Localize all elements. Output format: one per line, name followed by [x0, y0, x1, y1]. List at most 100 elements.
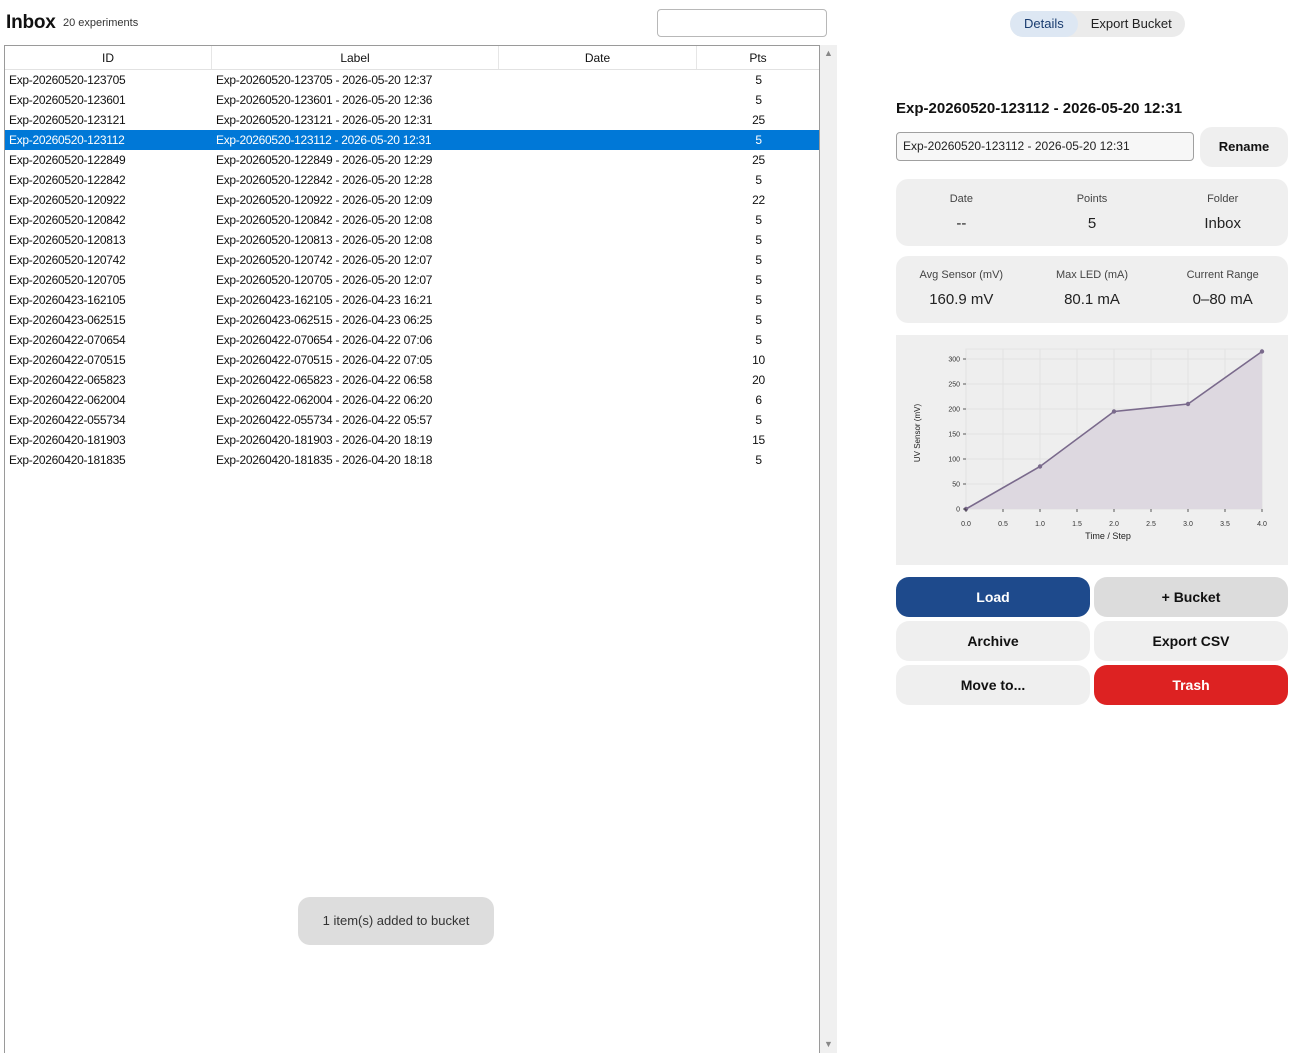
table-row[interactable]: Exp-20260422-055734 Exp-20260422-055734 -…: [5, 410, 819, 430]
cell-id: Exp-20260422-055734: [9, 413, 126, 427]
cell-pts: 5: [755, 333, 762, 347]
cell-date: [499, 370, 697, 390]
search-input[interactable]: [657, 9, 827, 37]
stat-avg-sensor: Avg Sensor (mV) 160.9 mV: [896, 256, 1027, 323]
cell-pts: 20: [752, 373, 765, 387]
stat-label: Date: [949, 193, 973, 205]
table-row[interactable]: Exp-20260420-181835 Exp-20260420-181835 -…: [5, 450, 819, 470]
table-row[interactable]: Exp-20260520-120842 Exp-20260520-120842 -…: [5, 210, 819, 230]
stat-label: Points: [1076, 193, 1108, 205]
table-row[interactable]: Exp-20260422-070654 Exp-20260422-070654 -…: [5, 330, 819, 350]
data-point: [1111, 409, 1117, 414]
cell-date: [499, 170, 697, 190]
archive-button[interactable]: Archive: [896, 621, 1090, 661]
table-row[interactable]: Exp-20260422-062004 Exp-20260422-062004 -…: [5, 390, 819, 410]
column-header-date[interactable]: Date: [499, 46, 697, 69]
experiment-count: 20 experiments: [63, 17, 139, 29]
cell-id: Exp-20260422-070654: [9, 333, 126, 347]
cell-pts: 5: [755, 173, 762, 187]
cell-id: Exp-20260422-070515: [9, 353, 126, 367]
cell-label: Exp-20260520-122842 - 2026-05-20 12:28: [216, 173, 433, 187]
stat-value: --: [956, 215, 967, 232]
cell-label: Exp-20260423-162105 - 2026-04-23 16:21: [216, 293, 433, 307]
cell-date: [499, 390, 697, 410]
table-row[interactable]: Exp-20260520-123121 Exp-20260520-123121 -…: [5, 110, 819, 130]
stat-label: Folder: [1207, 193, 1239, 205]
metrics-card: Avg Sensor (mV) 160.9 mV Max LED (mA) 80…: [896, 256, 1288, 323]
x-tick-label: 2.0: [1109, 521, 1119, 528]
column-header-pts[interactable]: Pts: [697, 46, 819, 69]
cell-pts: 5: [755, 233, 762, 247]
x-tick-label: 1.0: [1035, 521, 1045, 528]
load-button[interactable]: Load: [896, 577, 1090, 617]
cell-date: [499, 230, 697, 250]
column-header-label[interactable]: Label: [212, 46, 499, 69]
cell-label: Exp-20260520-123705 - 2026-05-20 12:37: [216, 73, 433, 87]
stat-date: Date --: [896, 179, 1027, 246]
move-to-button[interactable]: Move to...: [896, 665, 1090, 705]
stat-points: Points 5: [1027, 179, 1158, 246]
table-row[interactable]: Exp-20260520-120922 Exp-20260520-120922 -…: [5, 190, 819, 210]
table-row[interactable]: Exp-20260520-123705 Exp-20260520-123705 -…: [5, 70, 819, 90]
export-csv-button[interactable]: Export CSV: [1094, 621, 1288, 661]
rename-input[interactable]: Exp-20260520-123112 - 2026-05-20 12:31: [896, 132, 1194, 161]
stat-value: 5: [1087, 215, 1097, 232]
table-scrollbar[interactable]: ▲ ▼: [820, 45, 837, 1053]
cell-label: Exp-20260422-065823 - 2026-04-22 06:58: [216, 373, 433, 387]
table-header: ID Label Date Pts: [5, 46, 819, 70]
stat-label: Max LED (mA): [1055, 269, 1129, 281]
table-row[interactable]: Exp-20260423-162105 Exp-20260423-162105 -…: [5, 290, 819, 310]
cell-date: [499, 90, 697, 110]
column-header-id[interactable]: ID: [5, 46, 212, 69]
cell-date: [499, 450, 697, 470]
table-row[interactable]: Exp-20260520-123601 Exp-20260520-123601 -…: [5, 90, 819, 110]
cell-pts: 5: [755, 73, 762, 87]
scroll-up-icon[interactable]: ▲: [820, 45, 837, 62]
table-row[interactable]: Exp-20260420-181903 Exp-20260420-181903 -…: [5, 430, 819, 450]
cell-label: Exp-20260422-055734 - 2026-04-22 05:57: [216, 413, 433, 427]
cell-id: Exp-20260520-123705: [9, 73, 126, 87]
x-axis-label: Time / Step: [1085, 531, 1131, 541]
x-tick-label: 4.0: [1257, 521, 1267, 528]
table-row[interactable]: Exp-20260520-122849 Exp-20260520-122849 -…: [5, 150, 819, 170]
x-tick-label: 0.0: [961, 521, 971, 528]
view-tabs: Details Export Bucket: [1010, 11, 1185, 37]
cell-label: Exp-20260520-120705 - 2026-05-20 12:07: [216, 273, 433, 287]
tab-details[interactable]: Details: [1010, 11, 1078, 37]
cell-id: Exp-20260520-120922: [9, 193, 126, 207]
data-point: [1259, 349, 1265, 354]
cell-id: Exp-20260520-123112: [9, 133, 125, 147]
x-tick-label: 3.5: [1220, 521, 1230, 528]
y-tick-label: 300: [948, 357, 960, 364]
cell-id: Exp-20260420-181903: [9, 433, 126, 447]
x-tick-label: 1.5: [1072, 521, 1082, 528]
cell-id: Exp-20260520-122842: [9, 173, 126, 187]
cell-label: Exp-20260420-181903 - 2026-04-20 18:19: [216, 433, 433, 447]
table-row[interactable]: Exp-20260423-062515 Exp-20260423-062515 -…: [5, 310, 819, 330]
table-row[interactable]: Exp-20260520-120742 Exp-20260520-120742 -…: [5, 250, 819, 270]
cell-date: [499, 130, 697, 150]
table-row[interactable]: Exp-20260520-123112 Exp-20260520-123112 -…: [5, 130, 819, 150]
rename-button[interactable]: Rename: [1200, 127, 1288, 167]
table-row[interactable]: Exp-20260422-065823 Exp-20260422-065823 -…: [5, 370, 819, 390]
table-row[interactable]: Exp-20260422-070515 Exp-20260422-070515 -…: [5, 350, 819, 370]
cell-pts: 22: [752, 193, 765, 207]
stat-label: Current Range: [1186, 269, 1259, 281]
y-tick-label: 100: [948, 457, 960, 464]
scroll-down-icon[interactable]: ▼: [820, 1036, 837, 1053]
table-row[interactable]: Exp-20260520-120813 Exp-20260520-120813 -…: [5, 230, 819, 250]
cell-date: [499, 310, 697, 330]
cell-id: Exp-20260423-062515: [9, 313, 126, 327]
cell-date: [499, 270, 697, 290]
cell-pts: 5: [755, 453, 762, 467]
add-to-bucket-button[interactable]: + Bucket: [1094, 577, 1288, 617]
cell-date: [499, 410, 697, 430]
cell-pts: 5: [755, 133, 762, 147]
tab-export-bucket[interactable]: Export Bucket: [1078, 11, 1185, 37]
cell-id: Exp-20260423-162105: [9, 293, 126, 307]
table-row[interactable]: Exp-20260520-122842 Exp-20260520-122842 -…: [5, 170, 819, 190]
trash-button[interactable]: Trash: [1094, 665, 1288, 705]
cell-pts: 15: [752, 433, 765, 447]
cell-date: [499, 70, 697, 90]
table-row[interactable]: Exp-20260520-120705 Exp-20260520-120705 -…: [5, 270, 819, 290]
